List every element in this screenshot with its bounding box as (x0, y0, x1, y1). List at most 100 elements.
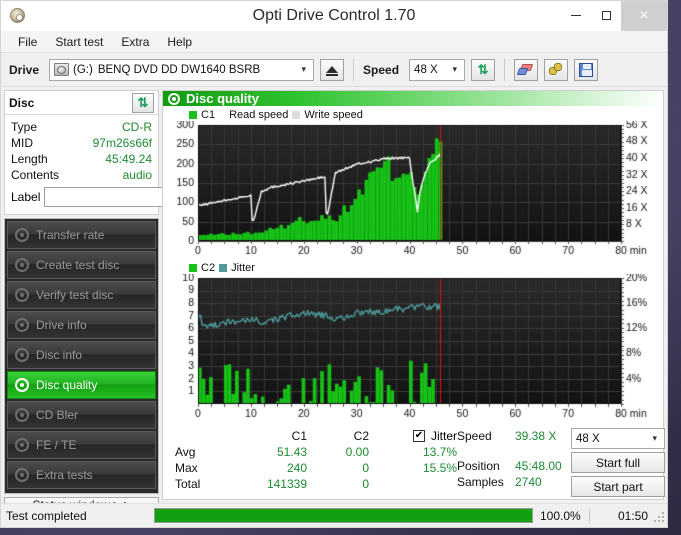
disc-panel-header: Disc ⇅ (5, 91, 158, 115)
cell-avg-c2: 0.00 (345, 445, 369, 459)
sidebar-item-label: Disc info (36, 348, 83, 362)
column-header-c2: C2 (353, 429, 369, 443)
c1-read-speed-chart[interactable] (165, 121, 661, 259)
disc-refresh-button[interactable]: ⇅ (132, 92, 154, 113)
resize-grip[interactable] (652, 510, 664, 522)
sidebar-item-fe-te[interactable]: FE / TE (7, 431, 156, 459)
refresh-arrows-icon: ⇅ (137, 95, 149, 110)
refresh-drive-button[interactable]: ⇅ (471, 58, 496, 81)
c2-jitter-chart[interactable] (165, 274, 661, 422)
status-text: Test completed (6, 508, 87, 523)
sidebar-item-cd-bler[interactable]: CD Bler (7, 401, 156, 429)
save-button[interactable] (574, 58, 599, 81)
readout-value: 39.38 X (515, 429, 557, 443)
start-full-button[interactable]: Start full (571, 452, 665, 473)
legend-label-read-speed: Read speed (229, 108, 289, 121)
disc-panel-title: Disc (9, 95, 35, 110)
progress-bar (154, 508, 533, 523)
disc-icon (15, 258, 29, 272)
readout-value: 2740 (515, 475, 542, 489)
eject-button[interactable] (320, 58, 345, 81)
disc-row-value: audio (122, 168, 152, 182)
disc-icon (15, 438, 29, 452)
sidebar-item-disc-info[interactable]: Disc info (7, 341, 156, 369)
sidebar-item-transfer-rate[interactable]: Transfer rate (7, 221, 156, 249)
error-statistics-table: C1 C2 ✔ Jitter Avg 51.43 0.00 13.7% Max … (167, 428, 457, 497)
title-bar: Opti Drive Control 1.70 × (1, 0, 667, 31)
sidebar-item-label: Disc quality (36, 378, 98, 392)
menu-item-help[interactable]: Help (158, 33, 201, 51)
cell-avg-jitter: 13.7% (422, 445, 457, 459)
chevron-down-icon: ▾ (652, 433, 657, 443)
refresh-arrows-icon: ⇅ (477, 62, 489, 77)
chart-top-legend: C1 Read speed Write speed (165, 108, 661, 121)
jitter-checkbox[interactable]: ✔ (412, 430, 425, 442)
menu-item-start-test[interactable]: Start test (46, 33, 112, 51)
readout-key: Samples (457, 475, 504, 489)
cell-max-c1: 240 (286, 461, 307, 475)
disc-row-key: MID (11, 136, 33, 150)
disc-icon (15, 408, 29, 422)
sidebar-item-extra-tests[interactable]: Extra tests (7, 461, 156, 489)
disc-row-contents: Contents audio (11, 167, 152, 183)
eraser-icon (516, 63, 534, 76)
page-title: Disc quality (186, 91, 259, 106)
jitter-toggle[interactable]: ✔ Jitter (369, 429, 457, 443)
disc-quality-icon (168, 92, 180, 105)
speed-label: Speed (363, 62, 400, 77)
legend-label-jitter: Jitter (231, 261, 255, 274)
sidebar-item-label: FE / TE (36, 438, 77, 452)
cell-max-c2: 0 (362, 461, 369, 475)
sidebar-item-drive-info[interactable]: Drive info (7, 311, 156, 339)
test-nav-list: Transfer rate Create test disc Verify te… (4, 218, 159, 494)
disc-icon (15, 228, 29, 242)
test-controls: 48 X ▾ Start full Start part (567, 428, 665, 497)
readout-value: 45:48.00 (515, 459, 562, 473)
menu-item-extra[interactable]: Extra (112, 33, 158, 51)
test-speed-select[interactable]: 48 X ▾ (571, 428, 665, 449)
sidebar-item-label: Extra tests (36, 468, 93, 482)
sidebar: Disc ⇅ Type CD-R MID 97m26s66f Length 45… (4, 90, 249, 513)
disc-icon (15, 378, 29, 392)
disc-row-key: Length (11, 152, 48, 166)
chevron-down-icon: ▾ (452, 64, 458, 74)
row-label-avg: Avg (175, 445, 196, 459)
legend-label-c2: C2 (201, 261, 216, 274)
main-panel: Disc quality C1 Read speed Write speed C… (162, 90, 665, 500)
status-bar: Test completed 100.0% 01:50 (1, 503, 667, 527)
chart-bottom-legend: C2 Jitter (165, 261, 661, 274)
row-label-total: Total (175, 477, 201, 491)
toolbar-separator (504, 58, 506, 81)
disc-row-value: CD-R (122, 120, 152, 134)
disc-label-key: Label (11, 190, 41, 204)
erase-disc-button[interactable] (514, 58, 539, 81)
disc-icon (15, 288, 29, 302)
drive-select[interactable]: (G:) BENQ DVD DD DW1640 BSRB ▾ (49, 58, 315, 81)
menu-bar: File Start test Extra Help (1, 31, 667, 53)
readout-row-position: Position 45:48.00 (457, 458, 567, 474)
menu-item-file[interactable]: File (9, 33, 46, 51)
drive-letter: (G:) (73, 63, 93, 76)
sidebar-item-verify-test-disc[interactable]: Verify test disc (7, 281, 156, 309)
disc-label-row: Label (11, 186, 249, 208)
test-speed-value: 48 X (576, 432, 600, 445)
row-label-max: Max (175, 461, 198, 475)
table-row: Max 240 0 15.5% (167, 460, 457, 476)
disc-icon (15, 348, 29, 362)
charts-area: C1 Read speed Write speed C2 Jitter (163, 106, 663, 422)
sidebar-item-disc-quality[interactable]: Disc quality (7, 371, 156, 399)
toolbar-separator (353, 58, 355, 81)
speed-select[interactable]: 48 X ▾ (409, 58, 466, 81)
readout-values: Speed 39.38 X Position 45:48.00 Samples … (457, 428, 567, 497)
start-part-button[interactable]: Start part (571, 476, 665, 497)
cell-avg-c1: 51.43 (276, 445, 307, 459)
table-row: Avg 51.43 0.00 13.7% (167, 444, 457, 460)
legend-swatch-c2 (189, 263, 197, 272)
sidebar-item-create-test-disc[interactable]: Create test disc (7, 251, 156, 279)
readout-spacer (457, 444, 567, 458)
main-header: Disc quality (163, 91, 663, 106)
table-row: Total 141339 0 (167, 476, 457, 492)
legend-swatch-jitter (219, 263, 228, 272)
settings-button[interactable] (544, 58, 569, 81)
cell-total-c1: 141339 (266, 477, 307, 491)
